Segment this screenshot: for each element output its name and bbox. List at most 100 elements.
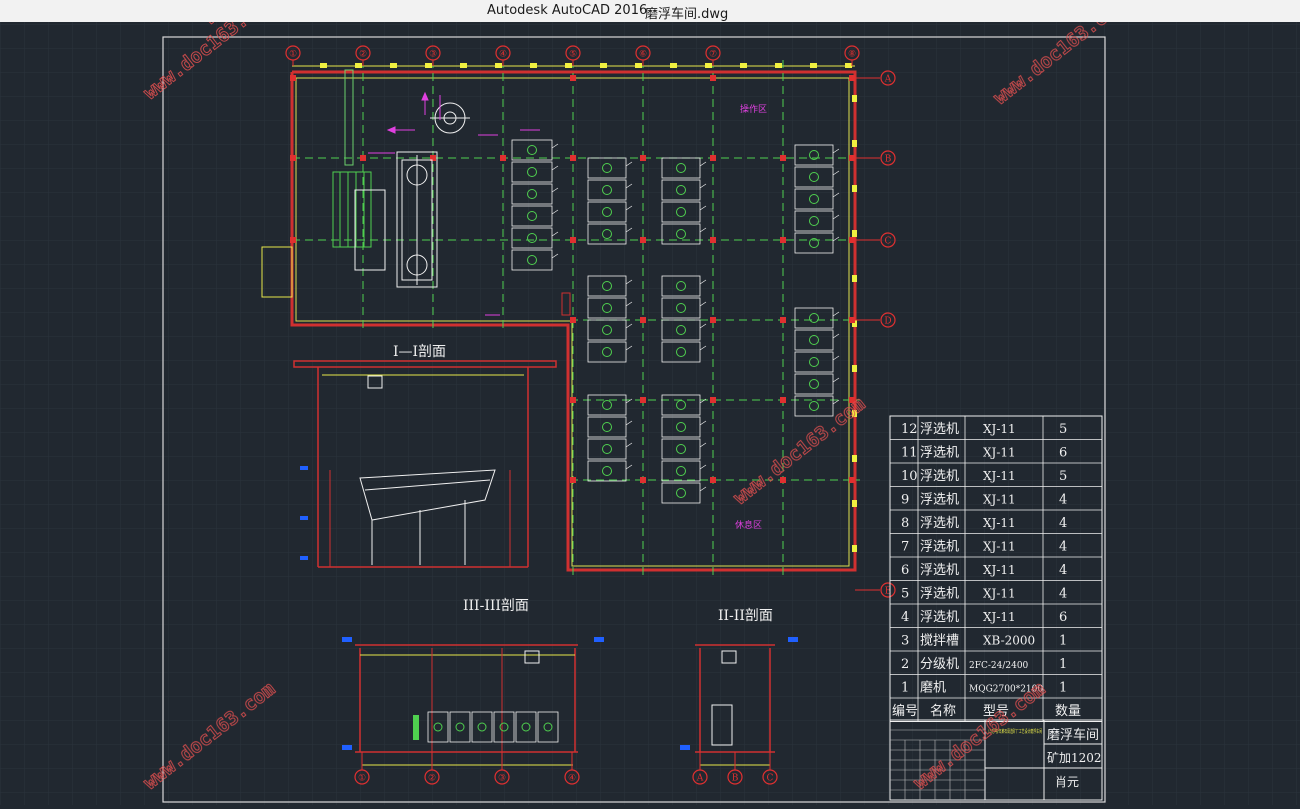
bom-row-2-name: 分级机: [920, 657, 959, 672]
wall-tick: [852, 95, 857, 102]
wall-tick: [852, 545, 857, 552]
wall-tick: [852, 500, 857, 507]
axis-s3-4-label: ④: [568, 774, 576, 784]
section-I-title: I—I剖面: [393, 344, 446, 360]
column-2: [290, 237, 296, 243]
column-32: [849, 75, 855, 81]
wall-tick: [635, 63, 642, 68]
wall-tick: [320, 63, 327, 68]
column-17: [710, 237, 716, 243]
wall-tick: [495, 63, 502, 68]
bom-row-11-no: 11: [901, 446, 918, 461]
bom-row-7-qty: 4: [1059, 540, 1067, 555]
bom-row-3-qty: 1: [1059, 634, 1067, 649]
bom-row-9-no: 9: [901, 493, 909, 508]
zone-label-rest: 休息区: [735, 519, 762, 531]
axis-top-5-label: ⑤: [569, 50, 577, 60]
axis-top-6-label: ⑥: [639, 50, 647, 60]
column-23: [570, 397, 576, 403]
bom-row-3-model: XB-2000: [983, 634, 1035, 648]
axis-s2-b-label: B: [732, 774, 739, 784]
wall-tick: [852, 230, 857, 237]
bom-row-2-no: 2: [901, 657, 909, 672]
axis-s2-a-label: A: [696, 774, 704, 784]
drawing-canvas[interactable]: ①②③④⑤⑥⑦⑧ ABCDE 操作区 休息区 I—I剖面 III-III剖面 ①…: [0, 0, 1300, 805]
bom-row-11-name: 浮选机: [920, 446, 959, 461]
bom-row-12-no: 12: [901, 422, 918, 437]
column-14: [849, 477, 855, 483]
bom-row-3-no: 3: [901, 634, 909, 649]
column-34: [710, 75, 716, 81]
wall-tick: [530, 63, 537, 68]
column-33: [570, 75, 576, 81]
column-18: [780, 237, 786, 243]
bom-row-12-name: 浮选机: [920, 422, 959, 437]
column-6: [570, 155, 576, 161]
bom-row-1-no: 1: [901, 681, 909, 696]
axis-right-b-label: B: [885, 155, 892, 165]
axis-s3-1-label: ①: [358, 774, 366, 784]
column-3: [360, 155, 366, 161]
bom-row-8-model: XJ-11: [983, 516, 1016, 530]
section-II-title: II-II剖面: [718, 608, 773, 624]
wall-tick: [425, 63, 432, 68]
axis-s3-3-label: ③: [498, 774, 506, 784]
bom-row-6-name: 浮选机: [920, 563, 959, 578]
bom-row-9-name: 浮选机: [920, 493, 959, 508]
app-title: Autodesk AutoCAD 2016: [487, 3, 648, 18]
bom-row-8-name: 浮选机: [920, 516, 959, 531]
wall-tick: [565, 63, 572, 68]
bom-row-6-model: XJ-11: [983, 563, 1016, 577]
column-16: [640, 237, 646, 243]
column-8: [710, 155, 716, 161]
bom-header-no: 编号: [892, 704, 918, 719]
bom-row-7-no: 7: [901, 540, 909, 555]
bom-row-4-no: 4: [901, 610, 909, 625]
wall-tick: [852, 140, 857, 147]
wall-tick: [810, 63, 817, 68]
column-26: [780, 397, 786, 403]
bom-row-11-qty: 6: [1059, 446, 1067, 461]
axis-top-4-label: ④: [499, 50, 507, 60]
column-9: [780, 155, 786, 161]
axis-right-d-label: D: [884, 317, 891, 327]
zone-label-operation: 操作区: [740, 103, 767, 115]
axis-s2-c-label: C: [767, 774, 774, 784]
bom-row-11-model: XJ-11: [983, 446, 1016, 460]
bom-row-7-name: 浮选机: [920, 540, 959, 555]
column-10: [849, 155, 855, 161]
bom-row-2-model: 2FC-24/2400: [969, 661, 1029, 671]
column-19: [570, 317, 576, 323]
column-20: [640, 317, 646, 323]
wall-tick: [390, 63, 397, 68]
wall-tick: [852, 455, 857, 462]
wall-tick: [705, 63, 712, 68]
wall-tick: [845, 63, 852, 68]
bom-row-6-no: 6: [901, 563, 909, 578]
wall-tick: [852, 275, 857, 282]
bom-row-2-qty: 1: [1059, 657, 1067, 672]
column-31: [290, 75, 296, 81]
axis-top-3-label: ③: [429, 50, 437, 60]
bom-row-12-model: XJ-11: [983, 422, 1016, 436]
wall-tick: [775, 63, 782, 68]
wall-tick: [852, 365, 857, 372]
bom-row-4-qty: 6: [1059, 610, 1067, 625]
title-bar: Autodesk AutoCAD 2016 磨浮车间.dwg: [0, 0, 1300, 23]
column-22: [780, 317, 786, 323]
column-21: [710, 317, 716, 323]
bom-row-6-qty: 4: [1059, 563, 1067, 578]
bom-row-12-qty: 5: [1059, 422, 1067, 437]
axis-top-2-label: ②: [359, 50, 367, 60]
column-7: [640, 155, 646, 161]
bom-row-10-model: XJ-11: [983, 469, 1016, 483]
column-24: [640, 397, 646, 403]
bom-row-7-model: XJ-11: [983, 540, 1016, 554]
bom-row-8-qty: 4: [1059, 516, 1067, 531]
axis-right-a-label: A: [884, 75, 892, 85]
bom-row-10-name: 浮选机: [920, 469, 959, 484]
axis-top-7-label: ⑦: [709, 50, 717, 60]
cad-drawing: ①②③④⑤⑥⑦⑧ ABCDE 操作区 休息区 I—I剖面 III-III剖面 ①…: [0, 0, 1300, 805]
author-name: 肖元: [1055, 775, 1079, 789]
axis-top-8-label: ⑧: [848, 50, 856, 60]
